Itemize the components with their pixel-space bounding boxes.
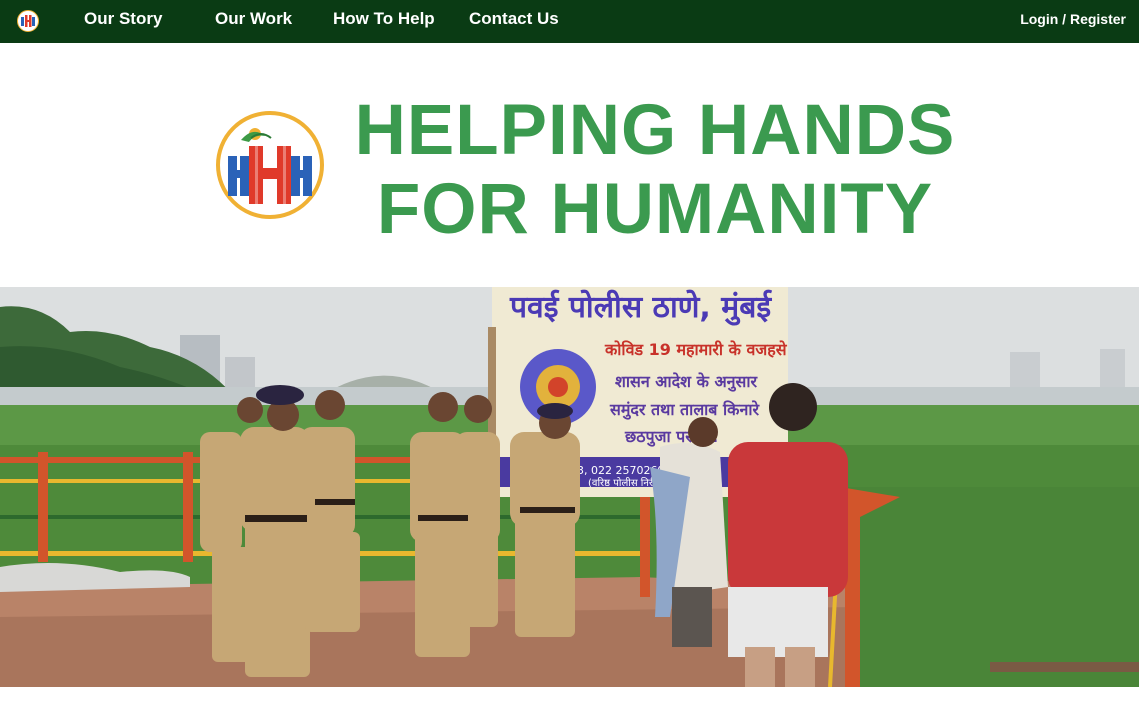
hhh-emblem-icon (215, 110, 325, 220)
nav-contact-us[interactable]: Contact Us (469, 9, 559, 29)
site-title-line2: FOR HUMANITY (376, 170, 934, 249)
sign-line-3: समुंदर तथा तालाब किनारे (609, 400, 760, 420)
auth-separator: / (1058, 11, 1070, 27)
top-navbar: Our Story Our Work How To Help Contact U… (0, 0, 1139, 43)
sign-heading: पवई पोलीस ठाणे, मुंबई (509, 289, 772, 326)
sign-footer: (वरिष्ठ पोलीस निरी (588, 477, 656, 489)
nav-our-story[interactable]: Our Story (84, 9, 162, 29)
nav-how-to-help[interactable]: How To Help (333, 9, 435, 29)
site-title-line1: HELPING HANDS (354, 91, 956, 170)
auth-links: Login / Register (1020, 11, 1126, 27)
login-link[interactable]: Login (1020, 11, 1058, 27)
sign-line-2: शासन आदेश के अनुसार (615, 372, 759, 392)
brand-header: HELPING HANDS FOR HUMANITY (0, 43, 1139, 287)
nav-our-work[interactable]: Our Work (215, 9, 292, 29)
hhh-logo-icon[interactable] (17, 10, 39, 32)
banner-photo: पवई पोलीस ठाणे, मुंबई कोविड 19 महामारी क… (0, 287, 1139, 687)
site-title: HELPING HANDS FOR HUMANITY (330, 91, 980, 249)
sign-line-1: कोविड 19 महामारी के वजहसे (604, 340, 788, 359)
register-link[interactable]: Register (1070, 11, 1126, 27)
